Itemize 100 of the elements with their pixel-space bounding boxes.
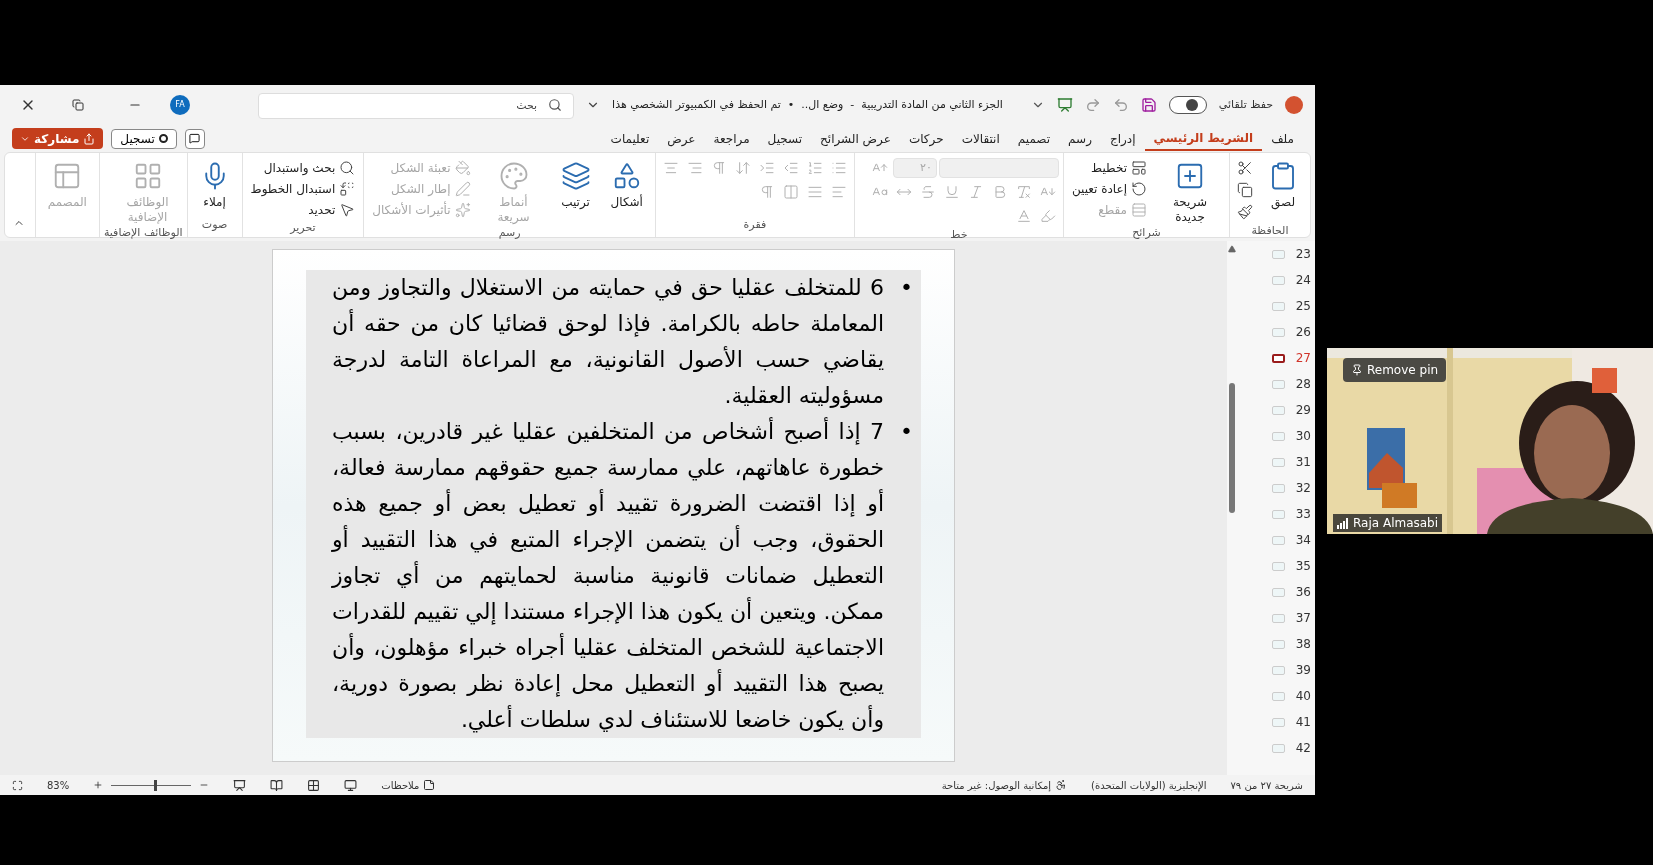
slide-thumbnail[interactable]: 24 [1237,267,1315,293]
paint-bucket-icon [454,159,471,176]
scissors-icon [1237,160,1253,176]
ribbon-button[interactable]: لصق [1260,157,1306,210]
ribbon-button[interactable]: شريحة جديدة [1155,157,1225,225]
notes-button[interactable]: ملاحظات [381,777,436,793]
ribbon-tab[interactable]: عرض [658,126,705,151]
restore-icon[interactable] [72,99,84,111]
ribbon-tab[interactable]: حركات [899,126,953,151]
slide-thumbnail[interactable]: 28 [1237,371,1315,397]
scroll-up-icon[interactable] [1228,245,1236,253]
ribbon-tab[interactable]: رسم [1059,126,1101,151]
ribbon-tab[interactable]: إدراج [1100,126,1145,151]
ribbon-button[interactable]: ترتيب [552,157,599,210]
replace-icon [339,180,356,197]
user-avatar[interactable]: FA [170,95,190,115]
ribbon-tab[interactable]: الشريط الرئيسي [1144,126,1263,151]
reset-icon [1131,180,1147,197]
ribbon-button[interactable]: أشكال [602,157,651,210]
slide-thumbnail[interactable]: 31 [1237,449,1315,475]
ribbon-tab[interactable]: تعليمات [601,126,659,151]
presentation-icon[interactable] [1056,97,1073,113]
highlighter-icon [1039,208,1056,224]
ribbon-tab[interactable]: تصميم [1008,126,1060,151]
search-field[interactable]: بحث [258,92,575,119]
ribbon-tab[interactable]: عرض الشرائح [811,126,900,151]
share-button[interactable]: مشاركة [12,128,104,149]
autosave-label: حفظ تلقائي [1218,96,1273,113]
pen-icon [454,180,471,197]
undo-icon[interactable] [1112,97,1129,113]
underline-icon [943,184,960,200]
ribbon-button[interactable]: بحث واستبدال [246,157,360,178]
columns-icon [782,184,799,200]
slide-thumbnail[interactable]: 37 [1237,605,1315,631]
slide-thumbnail[interactable]: 23 [1237,241,1315,267]
slide-thumbnail[interactable]: 40 [1237,683,1315,709]
slide-thumbnail[interactable]: 34 [1237,527,1315,553]
ribbon-button[interactable]: تخطيط [1067,157,1151,178]
group-label: فقرة [742,216,768,233]
redo-icon[interactable] [1084,97,1101,113]
clear-format-icon [1015,184,1032,200]
participant-name: Raja Almasabi [1333,514,1443,532]
ribbon-tab[interactable]: تسجيل [758,126,812,151]
slide-thumbnail[interactable]: 26 [1237,319,1315,345]
indent-decrease-icon [782,160,799,176]
normal-view-icon[interactable] [344,778,358,792]
reading-view-icon[interactable] [270,778,284,792]
zoom-thumb[interactable] [153,779,157,791]
slide-thumbnail[interactable]: 38 [1237,631,1315,657]
text-direction-icon [734,160,751,176]
zoom-level[interactable]: 83% [47,777,70,793]
slide-thumbnail[interactable]: 35 [1237,553,1315,579]
slide-thumbnail[interactable]: 41 [1237,709,1315,735]
slide-thumbnail[interactable]: 36 [1237,579,1315,605]
slide-thumbnail[interactable]: 39 [1237,657,1315,683]
record-button[interactable]: تسجيل [111,128,177,149]
ribbon-tab[interactable]: ملف [1262,126,1303,151]
window-title: الجزء الثاني من المادة التدريبية - وضع ال.. • تم الحفظ في الكمبيوتر الشخصي هذا [612,96,1003,113]
fit-icon[interactable] [12,779,23,791]
sorter-view-icon[interactable] [307,778,321,792]
align-right-icon [686,160,703,176]
save-icon[interactable] [1140,97,1157,113]
ribbon-tab[interactable]: انتقالات [952,126,1009,151]
justify-icon [806,184,823,200]
ribbon-button[interactable]: إعادة تعيين [1067,178,1151,199]
slideshow-icon[interactable] [233,778,247,792]
ribbon-button[interactable]: إملاء [191,157,238,210]
ribbon-tab[interactable]: مراجعة [704,126,759,151]
bullets-icon [830,160,847,176]
layers-icon [560,161,591,191]
slide-thumbnail[interactable]: 32 [1237,475,1315,501]
bullet-text: 7 إذا أصبح أشخاص من المتخلفين عقليا غير قادرين، بسبب خطورة عاهاتهم، علي ممارسة جميع حقوقهم ممارسة فعالة، أو إذا اقتضت الضرورة تقييد أو تعطيل بعض أو جميع هذه الحقوق، وجب أن يتضمن الإجراء المتبع في هذا التقييد أو التعطيل ضمانات قانونية مناسبة لحمايتهم من أي تجاوز ممكن. ويتعين أن يكون هذا الإجراء مستندا إلي تقييم للقدرات الاجتماعية للشخص المتخلف عقليا أجراه خبراء مؤهلون، وأن يصبح هذا التقييد أو التعطيل محل إعادة نظر بصورة دورية، وأن يكون خاضعا للاستئناف لدي سلطات أعلي. [332,416,884,735]
new-slide-icon [1175,161,1205,191]
pin-button[interactable]: Remove pin [1343,358,1447,382]
accessibility-status[interactable]: إمكانية الوصول: غير متاحة [941,777,1068,793]
paintbrush-icon [1237,204,1253,220]
pointer-icon [339,201,356,218]
layout-icon [1131,159,1147,176]
slide-thumbnail[interactable]: 25 [1237,293,1315,319]
bullet-text: 6 للمتخلف عقليا حق في حمايته من الاستغلال والتجاوز ومن المعاملة حاطه بالكرامة. فإذا لوحق قضائيا كان من حقه أن يقاضي حسب الأصول القانونية، مع المراعاة التامة لدرجة مسؤوليته العقلية. [332,274,884,410]
slide-thumbnail[interactable]: 30 [1237,423,1315,449]
sparkles-icon [454,201,471,218]
numbering-icon [806,160,823,176]
zoom-slider[interactable] [111,779,192,791]
slide-thumbnail[interactable]: 42 [1237,735,1315,761]
autosave-toggle[interactable] [1168,96,1207,114]
slide-thumbnail[interactable]: 29 [1237,397,1315,423]
share-icon [83,132,96,145]
group-label: صوت [200,216,229,233]
slide-thumbnail[interactable]: 33 [1237,501,1315,527]
ribbon-button[interactable]: تحديد [246,199,360,220]
language-status[interactable]: الإنجليزية (الولايات المتحدة) [1091,777,1207,793]
zoom-in-icon[interactable] [93,780,104,790]
ribbon-button[interactable]: استبدال الخطوط [246,178,360,199]
signal-icon [1337,517,1349,529]
comment-button[interactable] [184,128,205,149]
align-left-icon [830,184,847,200]
pin-icon [1351,364,1363,376]
slide-thumbnail[interactable]: 27 [1237,345,1315,371]
bullet-mark: • [900,418,913,446]
